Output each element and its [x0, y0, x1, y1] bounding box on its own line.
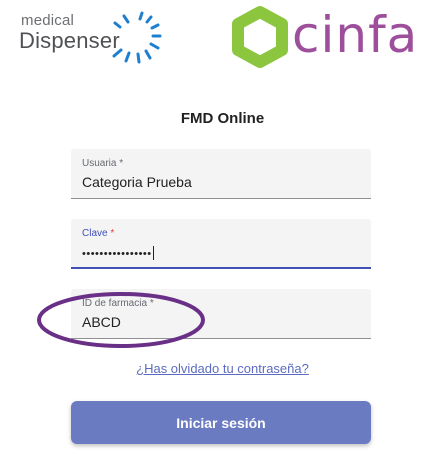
text-caret: [152, 246, 154, 260]
cinfa-hexagon-icon: [232, 6, 288, 68]
clave-value: ••••••••••••••••: [82, 246, 154, 260]
annotation-ellipse: [37, 292, 205, 348]
cinfa-logo: cinfa: [230, 4, 430, 70]
usuario-field[interactable]: Usuaria * Categoria Prueba: [71, 149, 371, 199]
clave-field[interactable]: Clave * ••••••••••••••••: [71, 219, 371, 269]
page-title: FMD Online: [180, 110, 265, 127]
dispenser-burst-icon: [112, 11, 162, 64]
medical-dispenser-logo: medical Dispenser: [18, 10, 163, 72]
usuario-value: Categoria Prueba: [82, 174, 192, 190]
cinfa-wordmark: cinfa: [292, 6, 419, 64]
usuario-label: Usuaria *: [82, 158, 124, 169]
login-button[interactable]: Iniciar sesión: [71, 401, 371, 444]
clave-label: Clave *: [82, 228, 115, 239]
forgot-password-link[interactable]: ¿Has olvidado tu contraseña?: [0, 361, 445, 376]
